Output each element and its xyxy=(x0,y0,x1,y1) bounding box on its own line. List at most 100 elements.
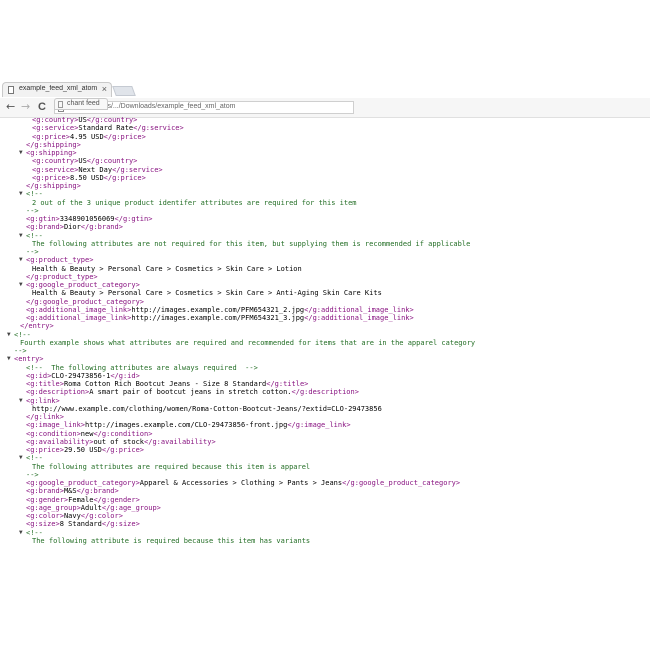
xml-line: </g:link> xyxy=(26,413,64,421)
xml-text: Dior xyxy=(63,223,81,232)
xml-comment: <!-- xyxy=(26,231,43,240)
xml-tag: </g:service> xyxy=(112,165,163,174)
xml-line: The following attributes are not require… xyxy=(32,240,470,248)
collapse-arrow-icon[interactable]: ▼ xyxy=(19,454,23,462)
xml-line: --> xyxy=(14,347,27,355)
xml-comment: <!-- xyxy=(26,190,43,199)
xml-tag: </g:title> xyxy=(266,380,309,388)
xml-tag: <g:shipping> xyxy=(26,149,77,157)
xml-tag: <g:availability> xyxy=(26,437,94,446)
xml-comment: --> xyxy=(14,347,27,355)
xml-tag: </g:price> xyxy=(101,446,145,454)
xml-line: <g:title>Roma Cotton Rich Bootcut Jeans … xyxy=(26,380,308,388)
xml-line: <g:brand>M&S</g:brand> xyxy=(26,487,119,495)
back-icon[interactable]: ← xyxy=(6,101,15,113)
xml-tag: </g:additional_image_link> xyxy=(304,305,414,314)
xml-tag: </g:condition> xyxy=(93,429,153,438)
xml-line: <g:brand>Dior</g:brand> xyxy=(26,223,123,231)
xml-text: Standard Rate xyxy=(78,124,134,133)
xml-line: <g:size>8 Standard</g:size> xyxy=(26,520,140,528)
xml-tag: <g:title> xyxy=(26,380,64,388)
browser-tab[interactable]: example_feed_xml_atom × xyxy=(2,82,112,97)
xml-tag: </g:price> xyxy=(103,132,146,141)
xml-comment: --> xyxy=(26,470,39,479)
xml-line: Health & Beauty > Personal Care > Cosmet… xyxy=(32,265,302,273)
xml-comment: The following attributes are not require… xyxy=(32,239,471,248)
xml-line: <g:additional_image_link>http://images.e… xyxy=(26,306,414,314)
xml-line: ▼ <g:product_type> xyxy=(19,256,93,264)
xml-text: 3348901056069 xyxy=(59,215,115,223)
tab-strip: example_feed_xml_atom × xyxy=(0,82,650,98)
xml-comment: <!-- xyxy=(14,330,31,339)
xml-text: Roma Cotton Rich Bootcut Jeans - Size 8 … xyxy=(63,380,267,388)
xml-text: http://www.example.com/clothing/women/Ro… xyxy=(32,404,382,413)
xml-line: 2 out of the 3 unique product identifer … xyxy=(32,199,357,207)
xml-text: Next Day xyxy=(78,165,113,174)
xml-viewer: <g:country>US</g:country> <g:service>Stan… xyxy=(0,116,650,650)
collapse-arrow-icon[interactable]: ▼ xyxy=(7,355,11,363)
xml-tag: <g:service> xyxy=(32,124,79,133)
reload-icon[interactable]: C xyxy=(38,101,46,113)
xml-tag: </g:country> xyxy=(86,157,138,166)
new-tab-button[interactable] xyxy=(112,86,136,96)
xml-line: Fourth example shows what attributes are… xyxy=(20,339,475,347)
collapse-arrow-icon[interactable]: ▼ xyxy=(19,232,23,240)
xml-line: <g:age_group>Adult</g:age_group> xyxy=(26,504,161,512)
forward-icon[interactable]: → xyxy=(21,101,30,113)
xml-tag: </g:brand> xyxy=(76,487,119,496)
xml-tag: <g:size> xyxy=(26,520,60,529)
xml-text: 4.95 USD xyxy=(69,132,104,141)
xml-tag: <g:link> xyxy=(26,396,60,405)
collapse-arrow-icon[interactable]: ▼ xyxy=(19,281,23,289)
xml-line: ▼ <g:shipping> xyxy=(19,149,77,157)
close-tab-icon[interactable]: × xyxy=(102,84,107,94)
xml-comment: <!-- xyxy=(26,528,43,537)
xml-comment: 2 out of the 3 unique product identifer … xyxy=(32,198,357,207)
collapse-arrow-icon[interactable]: ▼ xyxy=(19,256,23,264)
xml-line: <g:service>Standard Rate</g:service> xyxy=(32,124,184,132)
collapse-arrow-icon[interactable]: ▼ xyxy=(19,529,23,537)
xml-line: </entry> xyxy=(20,322,54,330)
collapse-arrow-icon[interactable]: ▼ xyxy=(19,397,23,405)
xml-comment: Fourth example shows what attributes are… xyxy=(20,338,476,347)
xml-tag: </g:age_group> xyxy=(101,503,161,512)
xml-line: </g:shipping> xyxy=(26,182,81,190)
xml-line: <g:condition>new</g:condition> xyxy=(26,430,152,438)
xml-line: ▼ <g:link> xyxy=(19,396,60,405)
xml-line: <g:price>4.95 USD</g:price> xyxy=(32,133,146,141)
xml-tag: <g:additional_image_link> xyxy=(26,314,132,322)
xml-line: <g:country>US</g:country> xyxy=(32,116,137,124)
xml-tag: </g:google_product_category> xyxy=(26,297,145,306)
xml-tag: </g:product_type> xyxy=(26,272,98,281)
xml-tag: </g:country> xyxy=(86,116,138,124)
overlay-tab-title: chant feed xyxy=(67,100,100,107)
xml-line: --> xyxy=(26,248,39,256)
overlay-tab[interactable]: chant feed xyxy=(54,98,108,110)
xml-line: The following attributes are required be… xyxy=(32,463,310,471)
xml-comment: --> xyxy=(26,206,39,215)
collapse-arrow-icon[interactable]: ▼ xyxy=(19,149,23,157)
xml-text: Female xyxy=(68,495,94,504)
xml-comment: <!-- xyxy=(26,454,43,463)
xml-tag: <g:additional_image_link> xyxy=(26,305,132,314)
xml-line: <g:description>A smart pair of bootcut j… xyxy=(26,388,359,396)
xml-line: <g:service>Next Day</g:service> xyxy=(32,166,163,174)
xml-text: CLO-29473856-1 xyxy=(51,371,111,380)
xml-line: <!-- The following attributes are always… xyxy=(26,364,258,372)
xml-line: ▼ <!-- xyxy=(19,231,43,240)
xml-tag: </g:additional_image_link> xyxy=(304,314,414,322)
xml-tag: <g:id> xyxy=(26,371,52,380)
xml-tag: </g:description> xyxy=(291,388,359,397)
xml-tag: <g:country> xyxy=(32,157,79,166)
xml-line: </g:product_type> xyxy=(26,273,98,281)
collapse-arrow-icon[interactable]: ▼ xyxy=(7,331,11,339)
collapse-arrow-icon[interactable]: ▼ xyxy=(19,190,23,198)
xml-line: ▼ <!-- xyxy=(19,190,43,199)
xml-line: http://www.example.com/clothing/women/Ro… xyxy=(32,405,382,413)
xml-line: <g:gtin>3348901056069</g:gtin> xyxy=(26,215,152,223)
xml-comment: The following attribute is required beca… xyxy=(32,536,311,545)
xml-tag: </g:id> xyxy=(110,371,140,380)
xml-tag: </g:gender> xyxy=(93,495,140,504)
xml-tag: </entry> xyxy=(20,322,54,331)
xml-line: <g:availability>out of stock</g:availabi… xyxy=(26,438,216,446)
